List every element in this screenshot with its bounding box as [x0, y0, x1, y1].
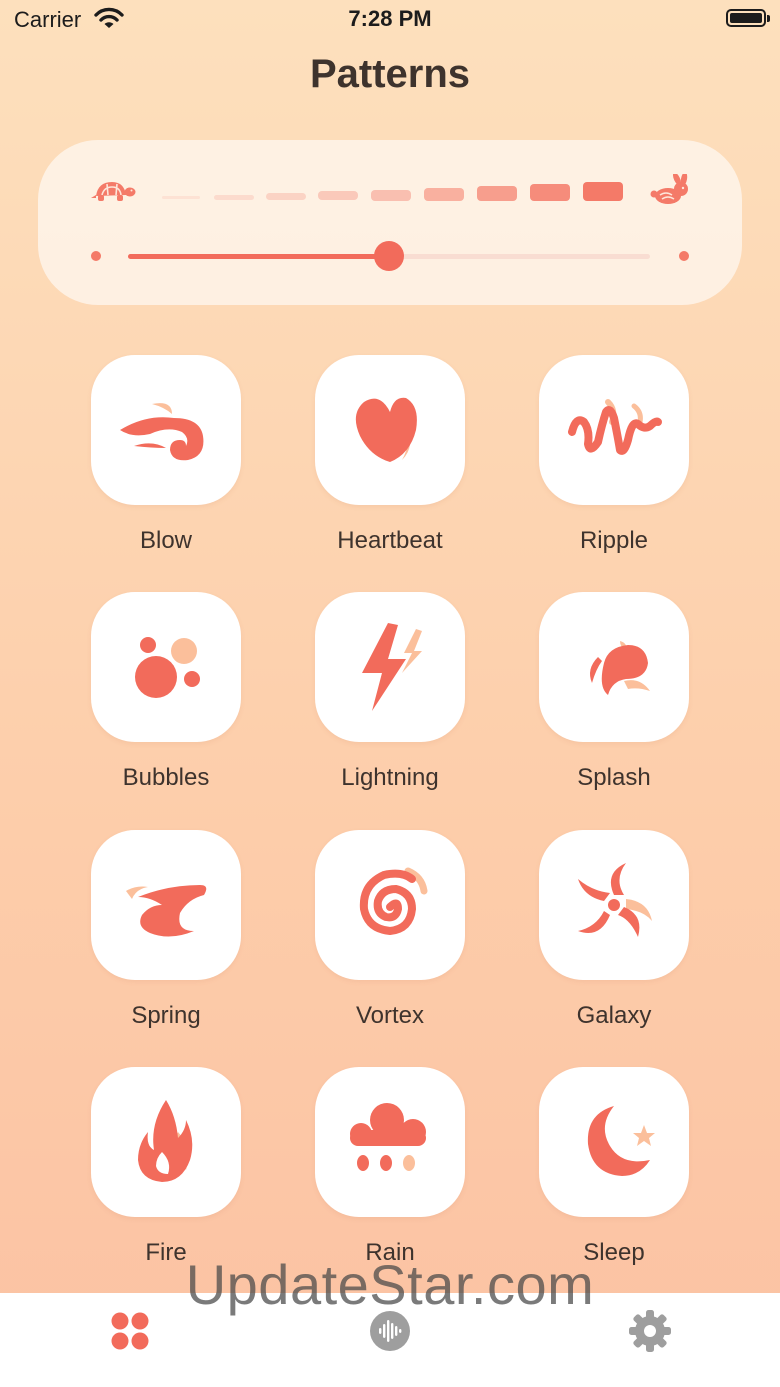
pattern-label: Heartbeat [337, 527, 443, 554]
pattern-tile-box [315, 592, 465, 742]
pattern-tile-box [91, 592, 241, 742]
pattern-tile-rain[interactable]: Rain [310, 1067, 470, 1266]
battery-icon [726, 9, 770, 27]
galaxy-icon [578, 863, 652, 937]
pattern-tile-box [91, 355, 241, 505]
bubbles-icon [135, 637, 200, 698]
speed-level-bar-7 [477, 186, 517, 201]
pattern-tile-vortex[interactable]: Vortex [310, 830, 470, 1029]
speed-level-bar-5 [371, 190, 411, 201]
vortex-icon [359, 867, 428, 936]
slider-max-dot [679, 251, 689, 261]
speed-level-bar-6 [424, 188, 464, 201]
turtle-icon [91, 182, 136, 201]
pattern-label: Bubbles [122, 764, 210, 791]
pattern-tile-heartbeat[interactable]: Heartbeat [310, 355, 470, 554]
pattern-tile-ripple[interactable]: Ripple [534, 355, 694, 554]
watermark: UpdateStar.com [185, 1253, 595, 1316]
heartbeat-icon [355, 397, 417, 462]
pattern-tile-box [315, 1067, 465, 1217]
rabbit-icon [650, 174, 688, 204]
pattern-label: Vortex [355, 1002, 425, 1029]
pattern-label: Blow [139, 527, 193, 554]
pattern-tile-spring[interactable]: Spring [86, 830, 246, 1029]
pattern-tile-galaxy[interactable]: Galaxy [534, 830, 694, 1029]
lightning-icon [362, 623, 422, 711]
pattern-tile-blow[interactable]: Blow [86, 355, 246, 554]
splash-icon [590, 641, 650, 695]
page-title: Patterns [309, 52, 471, 96]
pattern-tile-box [91, 1067, 241, 1217]
slider-min-dot [91, 251, 101, 261]
pattern-tile-box [539, 355, 689, 505]
pattern-label: Splash [577, 764, 651, 791]
pattern-label: Lightning [341, 764, 439, 791]
speed-control-card [38, 140, 742, 305]
speed-level-bar-1 [162, 196, 200, 199]
sleep-icon [587, 1106, 655, 1176]
pattern-label: Galaxy [576, 1002, 652, 1029]
speed-level-bar-8 [530, 184, 570, 201]
spring-icon [126, 885, 207, 937]
rain-icon [350, 1103, 426, 1171]
clock: 7:28 PM [348, 6, 432, 31]
pattern-tile-bubbles[interactable]: Bubbles [86, 592, 246, 791]
pattern-tile-box [315, 355, 465, 505]
pattern-label: Ripple [579, 527, 649, 554]
speed-level-bar-2 [214, 195, 254, 200]
pattern-tile-sleep[interactable]: Sleep [534, 1067, 694, 1266]
ripple-icon [568, 399, 662, 455]
speed-level-bar-9 [583, 182, 623, 201]
status-bar: Carrier 7:28 PM [0, 0, 780, 40]
pattern-tile-box [315, 830, 465, 980]
pattern-tile-splash[interactable]: Splash [534, 592, 694, 791]
pattern-tile-box [539, 592, 689, 742]
pattern-tile-fire[interactable]: Fire [86, 1067, 246, 1266]
speed-level-bar-3 [266, 193, 306, 200]
pattern-label: Spring [131, 1002, 201, 1029]
speed-slider-thumb[interactable] [374, 241, 404, 271]
speed-slider-fill [128, 254, 389, 259]
fire-icon [138, 1100, 193, 1182]
pattern-tile-lightning[interactable]: Lightning [310, 592, 470, 791]
pattern-tile-box [539, 1067, 689, 1217]
speed-level-bar-4 [318, 191, 358, 200]
pattern-tile-box [539, 830, 689, 980]
pattern-tile-box [91, 830, 241, 980]
blow-icon [120, 403, 204, 461]
